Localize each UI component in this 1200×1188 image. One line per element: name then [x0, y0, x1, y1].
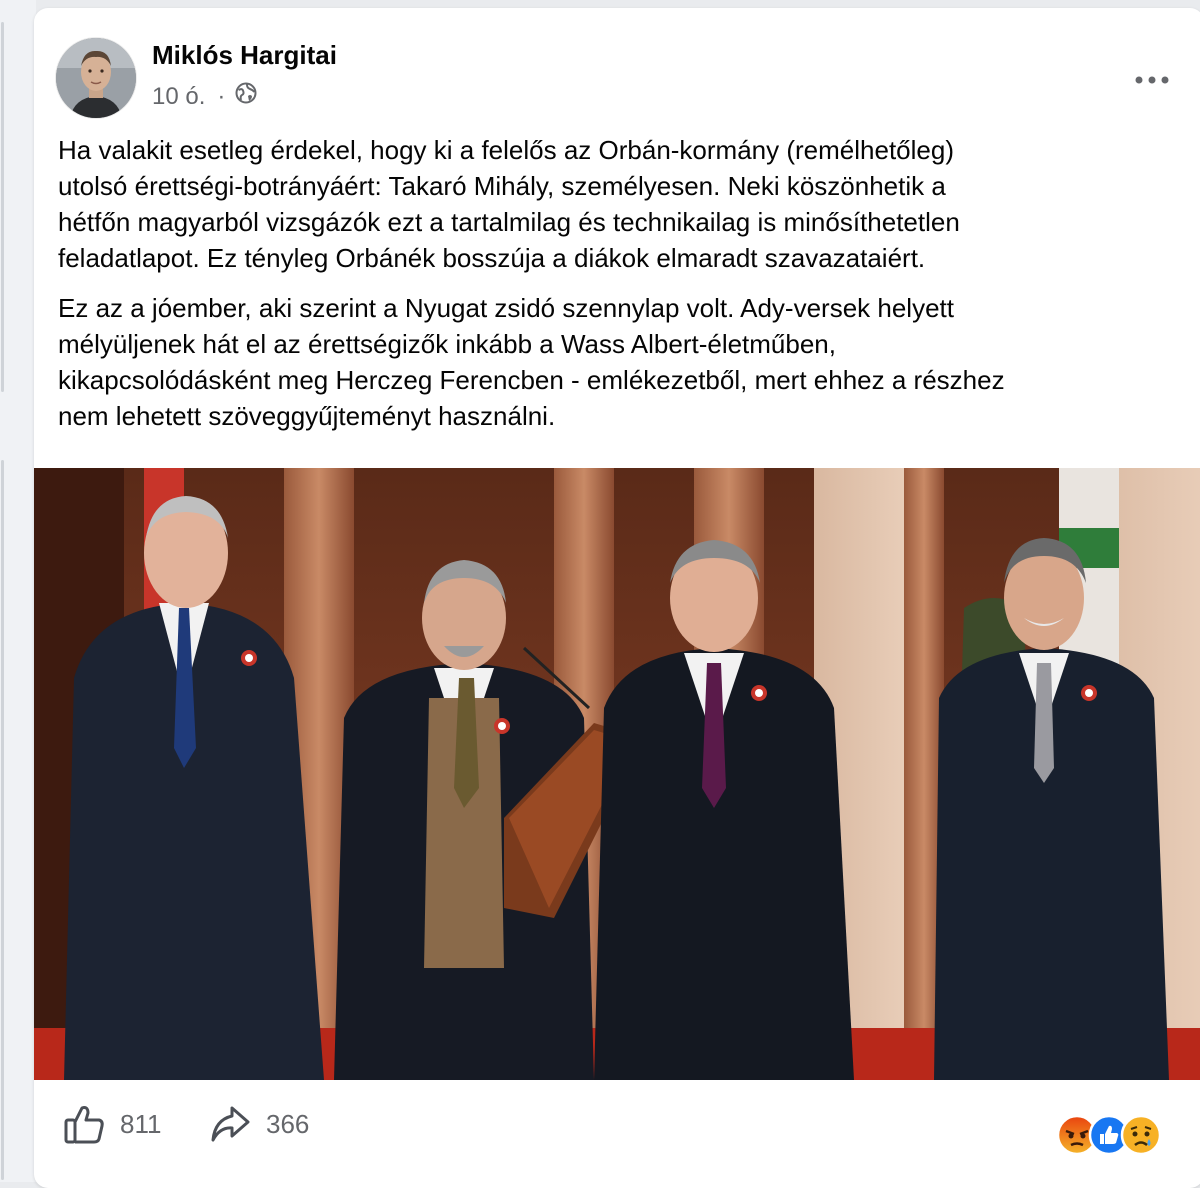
post-paragraph: Ha valakit esetleg érdekel, hogy ki a fe… — [58, 135, 960, 273]
post-meta: 10 ó. · — [152, 82, 257, 111]
author-avatar[interactable] — [56, 38, 136, 118]
post-timestamp[interactable]: 10 ó. — [152, 83, 205, 111]
more-options-button[interactable] — [1128, 60, 1176, 100]
post-footer: 811 366 — [34, 1080, 1200, 1188]
meta-separator: · — [217, 82, 226, 110]
scroll-edge — [1, 22, 4, 392]
share-button[interactable]: 366 — [208, 1102, 309, 1146]
post-header: Miklós Hargitai 10 ó. · — [56, 38, 1176, 118]
like-count: 811 — [120, 1108, 162, 1139]
globe-icon[interactable] — [235, 82, 257, 111]
more-horizontal-icon — [1135, 76, 1169, 84]
post-card: Miklós Hargitai 10 ó. · Ha valakit esetl — [34, 8, 1200, 1188]
like-button[interactable]: 811 — [62, 1102, 161, 1146]
post-body: Ha valakit esetleg érdekel, hogy ki a fe… — [58, 132, 1178, 448]
scroll-edge — [1, 460, 4, 1180]
share-arrow-icon — [211, 1106, 250, 1142]
thumbs-up-icon — [64, 1106, 104, 1144]
post-paragraph: Ez az a jóember, aki szerint a Nyugat zs… — [58, 293, 1005, 431]
reaction-summary[interactable] — [1056, 1114, 1168, 1156]
background-panel — [0, 0, 36, 1182]
author-name[interactable]: Miklós Hargitai — [152, 40, 337, 71]
share-count: 366 — [266, 1108, 310, 1139]
post-photo[interactable] — [34, 468, 1200, 1080]
sad-reaction-icon — [1120, 1114, 1162, 1156]
